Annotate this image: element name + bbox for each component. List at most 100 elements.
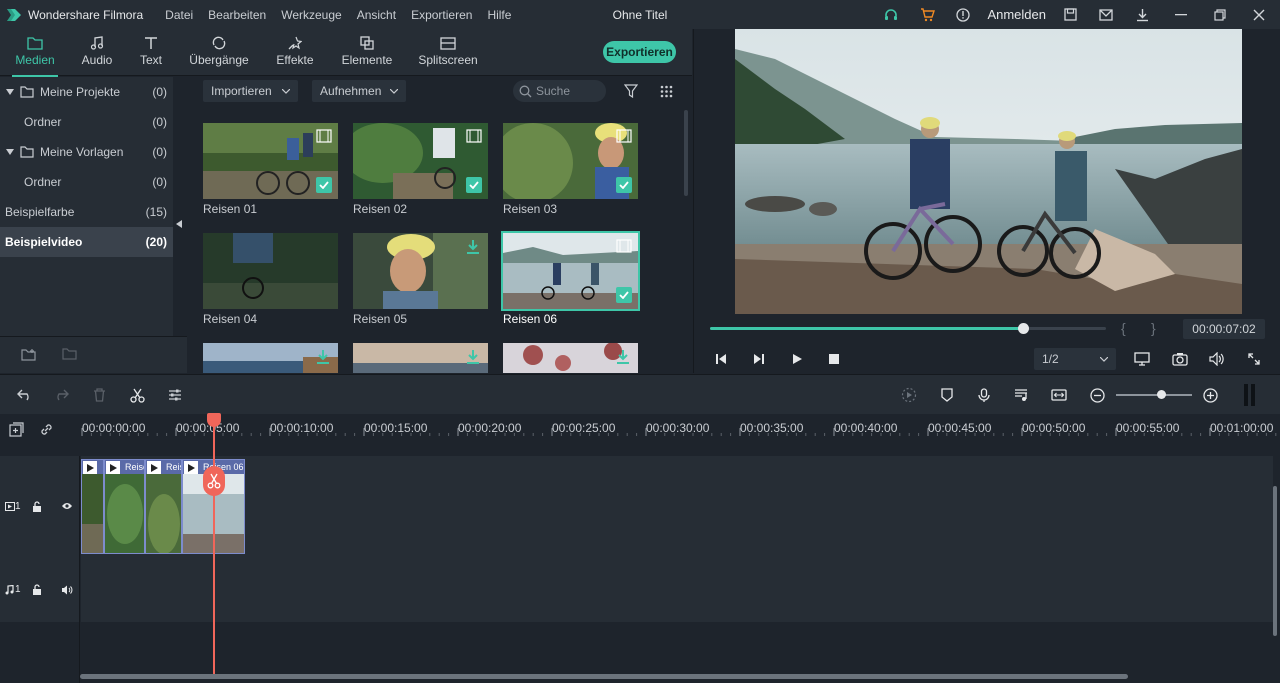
tab-audio[interactable]: Audio	[78, 33, 116, 73]
adjust-icon[interactable]	[166, 386, 184, 404]
library-item-ordner-1[interactable]: Ordner (0)	[0, 107, 173, 137]
menu-bearbeiten[interactable]: Bearbeiten	[208, 8, 266, 22]
filter-icon[interactable]	[624, 84, 638, 98]
zoom-slider-handle[interactable]	[1157, 390, 1166, 399]
playhead-line[interactable]	[213, 414, 215, 676]
mark-out-icon[interactable]: }	[1151, 320, 1156, 336]
cart-icon[interactable]	[909, 0, 945, 29]
library-item-beispielfarbe[interactable]: Beispielfarbe (15)	[0, 197, 173, 227]
tab-effekte[interactable]: Effekte	[272, 33, 318, 73]
menu-datei[interactable]: Datei	[165, 8, 193, 22]
progress-handle[interactable]	[1017, 323, 1029, 334]
playback-quality-select[interactable]: 1/2	[1034, 348, 1116, 370]
media-thumb-reisen-04[interactable]	[203, 233, 338, 309]
lock-icon[interactable]	[32, 584, 42, 595]
folder-icon[interactable]	[62, 348, 77, 360]
minimize-icon[interactable]	[1160, 0, 1202, 29]
library-collapse-handle[interactable]	[173, 77, 187, 373]
eye-icon[interactable]	[61, 502, 73, 510]
close-icon[interactable]	[1238, 0, 1280, 29]
render-icon[interactable]	[900, 386, 918, 404]
volume-icon[interactable]	[1207, 349, 1227, 369]
tab-splitscreen[interactable]: Splitscreen	[418, 33, 478, 73]
library-item-meine-vorlagen[interactable]: Meine Vorlagen (0)	[0, 137, 173, 167]
transition-icon	[212, 36, 226, 50]
headset-icon[interactable]	[873, 0, 909, 29]
media-thumb-reisen-02[interactable]	[353, 123, 488, 199]
media-thumb[interactable]	[503, 343, 638, 373]
media-scrollbar[interactable]	[684, 110, 688, 196]
redo-icon[interactable]	[52, 386, 70, 404]
timeline-horizontal-scrollbar[interactable]	[80, 674, 1128, 679]
zoom-in-icon[interactable]	[1201, 386, 1219, 404]
zoom-slider[interactable]	[1116, 394, 1192, 396]
next-frame-icon[interactable]	[749, 349, 769, 369]
lock-icon[interactable]	[32, 501, 42, 512]
export-button[interactable]: Exportieren	[603, 41, 676, 63]
play-icon[interactable]	[787, 349, 807, 369]
fullscreen-icon[interactable]	[1244, 349, 1264, 369]
import-dropdown[interactable]: Importieren	[203, 80, 298, 102]
timeline-clip[interactable]: Reise	[104, 459, 145, 554]
title-bar: Wondershare Filmora Datei Bearbeiten Wer…	[0, 0, 1280, 29]
delete-icon[interactable]	[90, 386, 108, 404]
microphone-icon[interactable]	[975, 386, 993, 404]
login-button[interactable]: Anmelden	[981, 7, 1052, 22]
tab-uebergaenge[interactable]: Übergänge	[188, 33, 250, 73]
link-icon[interactable]	[39, 422, 54, 437]
download-icon[interactable]	[1124, 0, 1160, 29]
fit-timeline-icon[interactable]	[1050, 386, 1068, 404]
clip-play-icon	[147, 461, 161, 474]
display-icon[interactable]	[1132, 349, 1152, 369]
menu-ansicht[interactable]: Ansicht	[357, 8, 396, 22]
maximize-icon[interactable]	[1202, 0, 1238, 29]
timeline-clip[interactable]	[81, 459, 104, 554]
media-thumb-reisen-05[interactable]	[353, 233, 488, 309]
new-folder-icon[interactable]	[21, 348, 37, 361]
playhead-handle[interactable]	[207, 413, 221, 427]
menu-werkzeuge[interactable]: Werkzeuge	[281, 8, 341, 22]
caret-down-icon	[6, 89, 14, 95]
mail-icon[interactable]	[1088, 0, 1124, 29]
timeline-vertical-scrollbar[interactable]	[1273, 486, 1277, 636]
tab-medien[interactable]: Medien	[12, 33, 58, 77]
search-input[interactable]: Suche	[513, 80, 606, 102]
timeline-clip[interactable]: Reise	[145, 459, 182, 554]
media-thumb[interactable]	[203, 343, 338, 373]
folder-icon	[20, 146, 34, 158]
clip-label: Reise	[125, 462, 144, 472]
download-icon	[467, 350, 479, 364]
info-icon[interactable]	[945, 0, 981, 29]
library-item-meine-projekte[interactable]: Meine Projekte (0)	[0, 77, 173, 107]
prev-frame-icon[interactable]	[711, 349, 731, 369]
media-thumb-reisen-01[interactable]	[203, 123, 338, 199]
mark-in-icon[interactable]: {	[1121, 320, 1126, 336]
library-item-beispielvideo[interactable]: Beispielvideo (20)	[0, 227, 173, 257]
library-item-ordner-2[interactable]: Ordner (0)	[0, 167, 173, 197]
preview-progress-slider[interactable]	[710, 323, 1106, 334]
snapshot-icon[interactable]	[1170, 349, 1190, 369]
undo-icon[interactable]	[16, 386, 34, 404]
tab-text[interactable]: Text	[136, 33, 166, 73]
video-track[interactable]	[81, 456, 1273, 556]
menu-hilfe[interactable]: Hilfe	[487, 8, 511, 22]
folder-icon	[20, 86, 34, 98]
speaker-icon[interactable]	[61, 585, 73, 595]
audio-mixer-icon[interactable]	[1012, 386, 1030, 404]
scissors-icon[interactable]	[128, 386, 146, 404]
media-thumb[interactable]	[353, 343, 488, 373]
chevron-down-icon	[282, 89, 290, 94]
menu-exportieren[interactable]: Exportieren	[411, 8, 472, 22]
record-dropdown[interactable]: Aufnehmen	[312, 80, 406, 102]
tab-elemente[interactable]: Elemente	[340, 33, 394, 73]
media-thumb-reisen-06[interactable]	[501, 231, 640, 311]
audio-track[interactable]	[81, 556, 1273, 622]
media-thumb-reisen-03[interactable]	[503, 123, 638, 199]
grid-view-icon[interactable]	[660, 85, 673, 98]
add-track-icon[interactable]	[9, 422, 24, 437]
split-scissors-icon[interactable]	[203, 466, 225, 496]
save-icon[interactable]	[1052, 0, 1088, 29]
stop-icon[interactable]	[824, 349, 844, 369]
marker-icon[interactable]	[938, 386, 956, 404]
zoom-out-icon[interactable]	[1088, 386, 1106, 404]
